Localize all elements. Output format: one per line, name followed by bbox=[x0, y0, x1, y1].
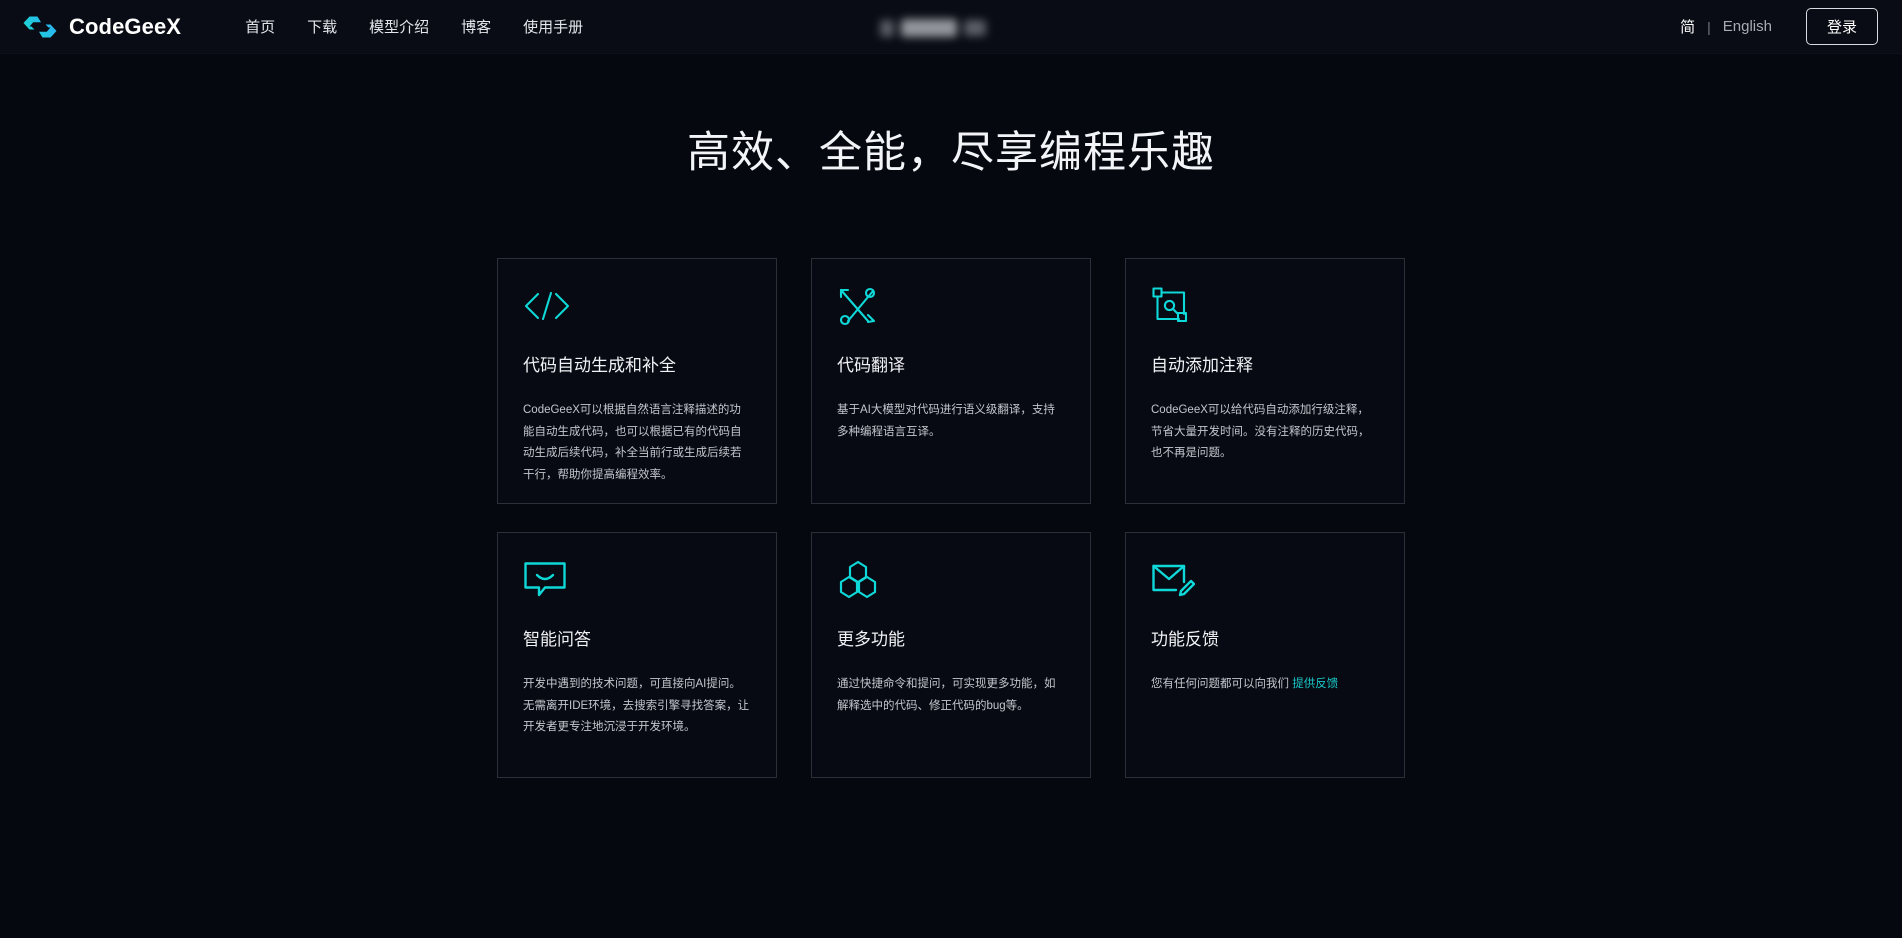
feature-card-code-generation[interactable]: 代码自动生成和补全 CodeGeeX可以根据自然语言注释描述的功能自动生成代码，… bbox=[497, 258, 777, 504]
login-button[interactable]: 登录 bbox=[1805, 8, 1878, 45]
language-separator: | bbox=[1707, 18, 1711, 35]
nav-item-home[interactable]: 首页 bbox=[229, 10, 291, 43]
feature-card-feedback[interactable]: 功能反馈 您有任何问题都可以向我们 提供反馈 bbox=[1125, 532, 1405, 778]
feature-card-description: 通过快捷命令和提问，可实现更多功能，如解释选中的代码、修正代码的bug等。 bbox=[837, 678, 1056, 712]
brand-name: CodeGeeX bbox=[69, 13, 182, 39]
language-toggle-zh[interactable]: 简 bbox=[1672, 12, 1703, 41]
blurred-fragment-2 bbox=[901, 19, 957, 37]
hexagons-cluster-icon bbox=[837, 559, 1066, 601]
feature-card-code-translation[interactable]: 代码翻译 基于AI大模型对代码进行语义级翻译，支持多种编程语言互译。 bbox=[811, 258, 1091, 504]
envelope-pencil-icon bbox=[1151, 559, 1380, 601]
chat-bubble-smile-icon bbox=[523, 559, 752, 601]
feature-card-smart-qa[interactable]: 智能问答 开发中遇到的技术问题，可直接向AI提问。无需离开IDE环境，去搜索引擎… bbox=[497, 532, 777, 778]
annotate-nodes-icon bbox=[1151, 285, 1380, 327]
language-toggle-en[interactable]: English bbox=[1715, 14, 1780, 39]
feature-card-title: 智能问答 bbox=[523, 630, 591, 649]
nav-item-download[interactable]: 下载 bbox=[291, 10, 353, 43]
feature-card-title: 功能反馈 bbox=[1151, 630, 1219, 649]
feature-card-description: CodeGeeX可以根据自然语言注释描述的功能自动生成代码，也可以根据已有的代码… bbox=[523, 404, 742, 481]
code-brackets-icon bbox=[523, 285, 752, 327]
feature-card-title: 更多功能 bbox=[837, 630, 905, 649]
feature-card-title: 代码翻译 bbox=[837, 356, 905, 375]
blurred-fragment-1 bbox=[880, 19, 894, 37]
feature-card-description: CodeGeeX可以给代码自动添加行级注释，节省大量开发时间。没有注释的历史代码… bbox=[1151, 404, 1370, 459]
feature-card-title: 代码自动生成和补全 bbox=[523, 356, 676, 375]
page-title: 高效、全能，尽享编程乐趣 bbox=[687, 129, 1215, 177]
header-actions: 简 | English 登录 bbox=[1672, 8, 1878, 45]
nav-item-model[interactable]: 模型介绍 bbox=[353, 10, 445, 43]
feature-card-title: 自动添加注释 bbox=[1151, 356, 1253, 375]
site-header: CodeGeeX 首页 下载 模型介绍 博客 使用手册 简 | English … bbox=[0, 0, 1902, 54]
feature-card-auto-comment[interactable]: 自动添加注释 CodeGeeX可以给代码自动添加行级注释，节省大量开发时间。没有… bbox=[1125, 258, 1405, 504]
blurred-fragment-3 bbox=[964, 20, 986, 36]
main-nav: 首页 下载 模型介绍 博客 使用手册 bbox=[229, 10, 599, 43]
brand-logo-link[interactable]: CodeGeeX bbox=[22, 14, 181, 40]
main-content: 高效、全能，尽享编程乐趣 代码自动生成和补全 CodeGeeX可以根据自然语言注… bbox=[0, 54, 1902, 778]
provide-feedback-link[interactable]: 提供反馈 bbox=[1292, 678, 1338, 690]
feedback-text-prefix: 您有任何问题都可以向我们 bbox=[1151, 678, 1293, 690]
translate-arrows-icon bbox=[837, 285, 1066, 327]
feature-card-description: 开发中遇到的技术问题，可直接向AI提问。无需离开IDE环境，去搜索引擎寻找答案，… bbox=[523, 678, 750, 733]
feature-card-grid: 代码自动生成和补全 CodeGeeX可以根据自然语言注释描述的功能自动生成代码，… bbox=[497, 258, 1405, 778]
feature-card-description: 基于AI大模型对代码进行语义级翻译，支持多种编程语言互译。 bbox=[837, 404, 1055, 438]
codegeex-brackets-logo-icon bbox=[22, 14, 58, 40]
feature-card-more-features[interactable]: 更多功能 通过快捷命令和提问，可实现更多功能，如解释选中的代码、修正代码的bug… bbox=[811, 532, 1091, 778]
feature-card-description: 您有任何问题都可以向我们 提供反馈 bbox=[1151, 674, 1380, 696]
blurred-header-element bbox=[880, 10, 1004, 46]
nav-item-manual[interactable]: 使用手册 bbox=[507, 10, 599, 43]
nav-item-blog[interactable]: 博客 bbox=[445, 10, 507, 43]
